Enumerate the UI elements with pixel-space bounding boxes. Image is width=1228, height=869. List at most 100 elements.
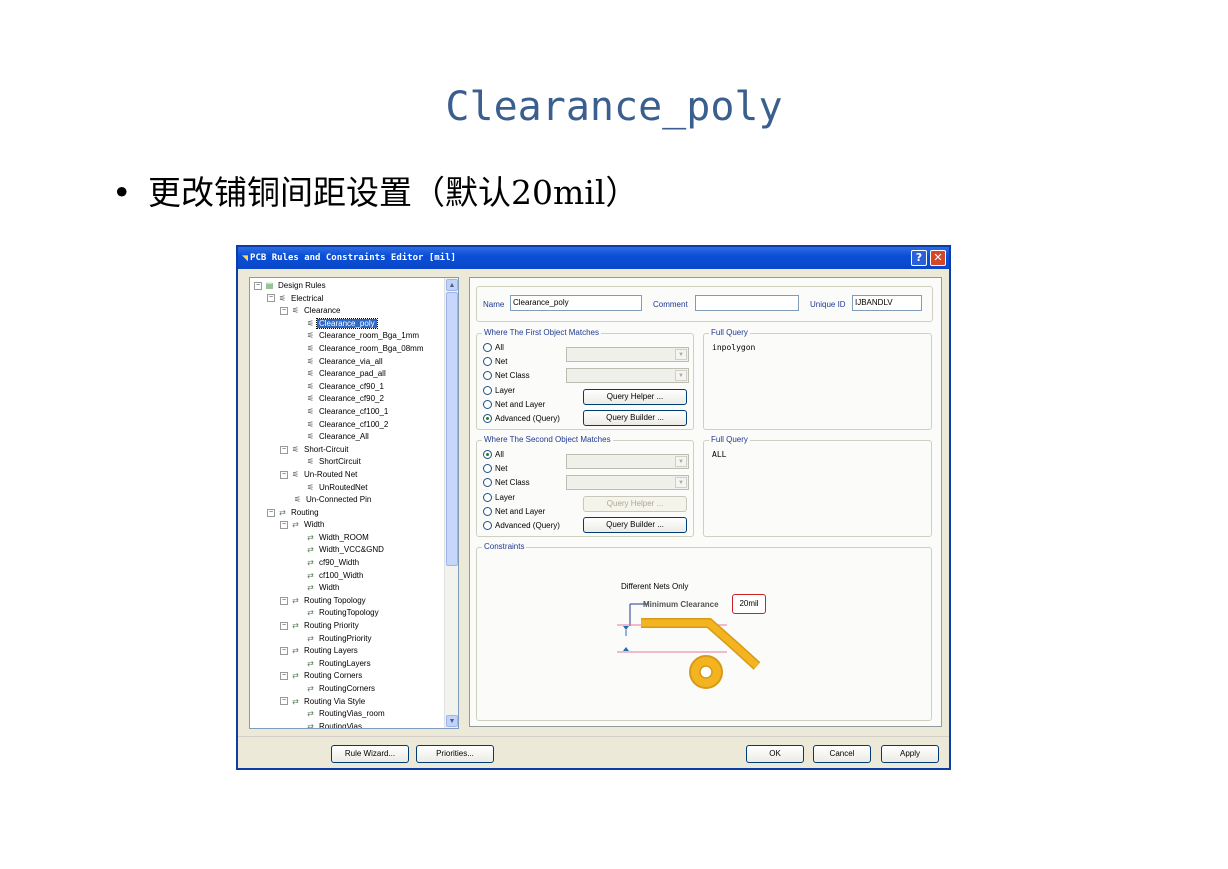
close-button[interactable]: ✕ <box>930 250 946 266</box>
radio-icon[interactable] <box>483 478 492 488</box>
tree-node[interactable]: ⇄ Width_VCC&GND <box>250 544 444 557</box>
collapse-icon[interactable]: − <box>280 521 288 530</box>
collapse-icon[interactable]: − <box>280 697 288 706</box>
radio-icon[interactable] <box>483 357 492 367</box>
collapse-icon[interactable]: − <box>280 647 288 656</box>
second-netclass-combo[interactable]: ▼ <box>566 475 689 490</box>
collapse-icon[interactable]: − <box>280 470 288 479</box>
collapse-icon[interactable]: − <box>280 621 288 630</box>
tree-node[interactable]: ⇄ Width_ROOM <box>250 532 444 545</box>
comment-field[interactable] <box>695 295 799 311</box>
tree-node[interactable]: ⇄ RoutingVias_room <box>250 708 444 721</box>
scroll-down-icon[interactable]: ▼ <box>446 715 458 727</box>
second-query-helper-button[interactable]: Query Helper ... <box>583 496 687 512</box>
second-option-radio[interactable]: All <box>483 450 504 459</box>
tree-node[interactable]: ⚟ Clearance_All <box>250 431 444 444</box>
tree-node[interactable]: ⇄ RoutingPriority <box>250 633 444 646</box>
collapse-icon[interactable]: − <box>254 281 262 290</box>
second-option-radio[interactable]: Layer <box>483 492 515 502</box>
first-query-helper-button[interactable]: Query Helper ... <box>583 389 687 405</box>
min-clearance-field[interactable]: 20mil <box>732 594 766 614</box>
tree-node[interactable]: ⚟ Clearance_room_Bga_1mm <box>250 330 444 343</box>
first-query-builder-button[interactable]: Query Builder ... <box>583 410 687 426</box>
radio-icon[interactable] <box>483 343 492 352</box>
tree-node[interactable]: − ⚟ Clearance <box>250 305 444 318</box>
tree-node[interactable]: − ⇄ Width <box>250 519 444 532</box>
tree-node[interactable]: − ⇄ Routing Via Style <box>250 696 444 709</box>
second-option-radio[interactable]: Net Class <box>483 478 530 488</box>
radio-icon[interactable] <box>483 521 492 530</box>
first-option-radio[interactable]: Advanced (Query) <box>483 414 560 423</box>
radio-icon[interactable] <box>483 450 492 459</box>
rule-wizard-button[interactable]: Rule Wizard... <box>331 745 409 763</box>
tree-node[interactable]: − ⚟ Electrical <box>250 293 444 306</box>
first-netclass-combo[interactable]: ▼ <box>566 368 689 383</box>
tree-node[interactable]: − ⇄ Routing Corners <box>250 670 444 683</box>
collapse-icon[interactable]: − <box>267 508 275 517</box>
second-net-combo[interactable]: ▼ <box>566 454 689 469</box>
scroll-thumb[interactable] <box>446 292 458 566</box>
scroll-up-icon[interactable]: ▲ <box>446 279 458 291</box>
tree-node[interactable]: ⚟ Clearance_room_Bga_08mm <box>250 343 444 356</box>
tree-node[interactable]: ⚟ Clearance_cf100_1 <box>250 406 444 419</box>
collapse-icon[interactable]: − <box>280 596 288 605</box>
second-full-query-text[interactable]: ALL <box>712 450 726 459</box>
tree-node[interactable]: ⚟ Clearance_via_all <box>250 356 444 369</box>
rules-tree[interactable]: − ▤ Design Rules − ⚟ Electrical − ⚟ Clearance ⚟ Cl… <box>249 277 459 729</box>
collapse-icon[interactable]: − <box>280 445 288 454</box>
first-net-combo[interactable]: ▼ <box>566 347 689 362</box>
second-option-radio[interactable]: Advanced (Query) <box>483 521 560 530</box>
radio-icon[interactable] <box>483 506 492 516</box>
second-query-builder-button[interactable]: Query Builder ... <box>583 517 687 533</box>
tree-node[interactable]: ⚟ Un-Connected Pin <box>250 494 444 507</box>
tree-node[interactable]: ⚟ Clearance_cf90_2 <box>250 393 444 406</box>
second-option-radio[interactable]: Net <box>483 464 507 474</box>
radio-icon[interactable] <box>483 385 492 395</box>
tree-node[interactable]: ⇄ RoutingLayers <box>250 658 444 671</box>
tree-node[interactable]: ⇄ RoutingTopology <box>250 607 444 620</box>
tree-node[interactable]: − ▤ Design Rules <box>250 280 444 293</box>
tree-node[interactable]: ⚟ ShortCircuit <box>250 456 444 469</box>
help-button[interactable]: ? <box>911 250 927 266</box>
collapse-icon[interactable]: − <box>280 307 288 316</box>
tree-node[interactable]: ⚟ Clearance_cf100_2 <box>250 419 444 432</box>
radio-icon[interactable] <box>483 371 492 381</box>
tree-scrollbar[interactable]: ▲ ▼ <box>444 278 458 728</box>
radio-icon[interactable] <box>483 414 492 423</box>
radio-icon[interactable] <box>483 464 492 474</box>
first-option-radio[interactable]: Net <box>483 357 507 367</box>
tree-node[interactable]: ⚟ Clearance_pad_all <box>250 368 444 381</box>
tree-node[interactable]: ⇄ cf100_Width <box>250 570 444 583</box>
tree-node[interactable]: ⇄ cf90_Width <box>250 557 444 570</box>
tree-node[interactable]: ⇄ RoutingVias <box>250 721 444 728</box>
unique-id-field[interactable]: IJBANDLV <box>852 295 922 311</box>
collapse-icon[interactable]: − <box>267 294 275 303</box>
tree-node[interactable]: ⚟ Clearance_poly <box>250 317 444 331</box>
tree-node[interactable]: − ⇄ Routing Priority <box>250 620 444 633</box>
tree-node[interactable]: − ⇄ Routing Layers <box>250 645 444 658</box>
tree-node[interactable]: ⇄ Width <box>250 582 444 595</box>
first-option-radio[interactable]: All <box>483 343 504 352</box>
cancel-button[interactable]: Cancel <box>813 745 871 763</box>
first-option-radio[interactable]: Net and Layer <box>483 399 545 409</box>
tree-node[interactable]: ⇄ RoutingCorners <box>250 683 444 696</box>
priorities-button[interactable]: Priorities... <box>416 745 494 763</box>
radio-icon[interactable] <box>483 492 492 502</box>
tree-node[interactable]: − ⚟ Un-Routed Net <box>250 469 444 482</box>
first-option-radio[interactable]: Net Class <box>483 371 530 381</box>
name-field[interactable]: Clearance_poly <box>510 295 642 311</box>
radio-icon[interactable] <box>483 399 492 409</box>
routing-rule-icon: ⇄ <box>307 558 314 568</box>
tree-node[interactable]: − ⇄ Routing <box>250 507 444 520</box>
first-option-radio[interactable]: Layer <box>483 385 515 395</box>
tree-node[interactable]: − ⚟ Short-Circuit <box>250 444 444 457</box>
second-option-radio[interactable]: Net and Layer <box>483 506 545 516</box>
dialog-titlebar[interactable]: ◥ PCB Rules and Constraints Editor [mil]… <box>238 247 949 269</box>
ok-button[interactable]: OK <box>746 745 804 763</box>
tree-node[interactable]: − ⇄ Routing Topology <box>250 595 444 608</box>
apply-button[interactable]: Apply <box>881 745 939 763</box>
collapse-icon[interactable]: − <box>280 672 288 681</box>
first-full-query-text[interactable]: inpolygon <box>712 343 755 352</box>
tree-node[interactable]: ⚟ UnRoutedNet <box>250 482 444 495</box>
tree-node[interactable]: ⚟ Clearance_cf90_1 <box>250 381 444 394</box>
